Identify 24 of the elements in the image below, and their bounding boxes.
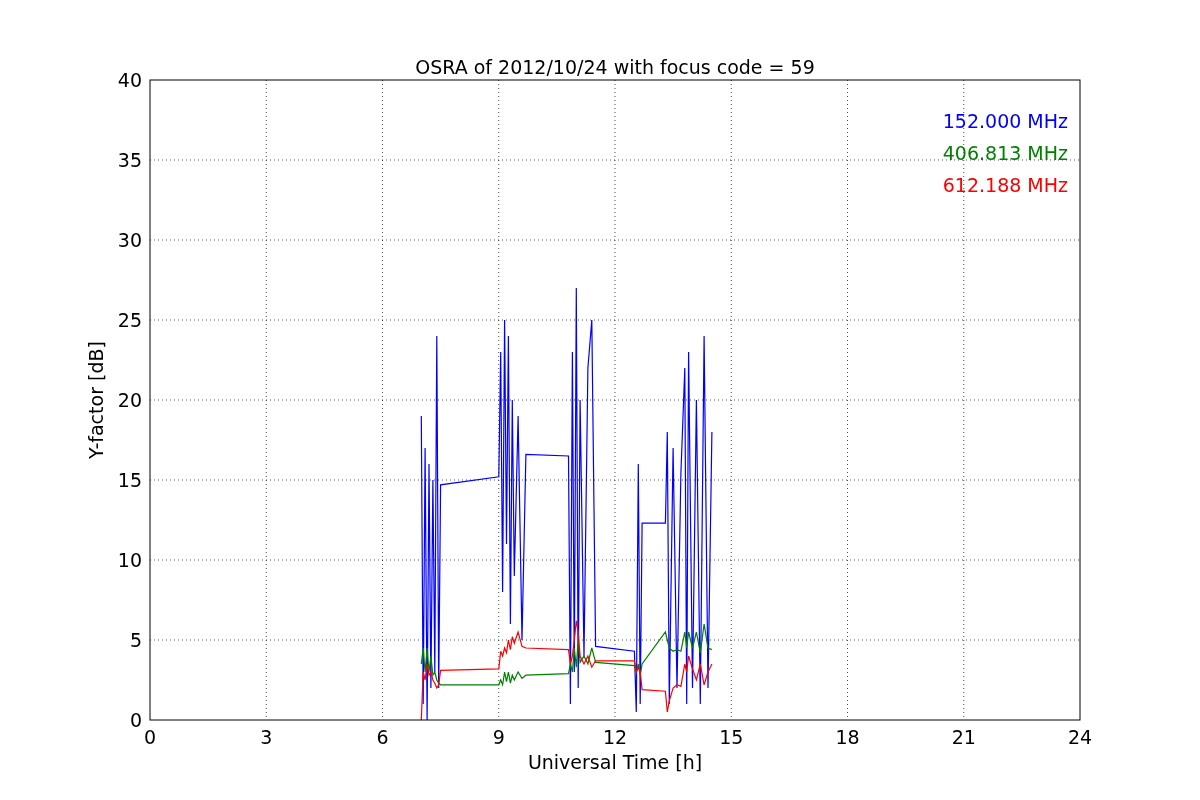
x-tick-label: 3 [260,726,273,748]
x-tick-label: 24 [1067,726,1093,748]
y-tick-label: 30 [117,229,142,251]
y-tick-label: 40 [117,69,142,91]
x-axis-label: Universal Time [h] [527,751,703,773]
x-tick-label: 15 [719,726,744,748]
x-tick-label: 12 [602,726,628,748]
y-tick-label: 10 [117,549,142,571]
y-tick-label: 15 [117,469,142,491]
x-tick-label: 0 [143,726,157,748]
x-tick-label: 9 [492,726,505,748]
legend-label: 612.188 MHz [942,174,1068,196]
y-tick-label: 5 [129,629,142,651]
legend-label: 406.813 MHz [942,142,1068,164]
y-tick-label: 35 [117,149,142,171]
y-axis-label: Y-factor [dB] [85,341,107,459]
x-tick-label: 21 [951,726,976,748]
legend-label: 152.000 MHz [942,110,1068,132]
x-tick-label: 18 [835,726,860,748]
y-tick-label: 0 [129,709,142,731]
chart-title: OSRA of 2012/10/24 with focus code = 59 [415,56,815,78]
y-tick-label: 20 [117,389,142,411]
y-tick-label: 25 [117,309,142,331]
x-tick-label: 6 [376,726,389,748]
